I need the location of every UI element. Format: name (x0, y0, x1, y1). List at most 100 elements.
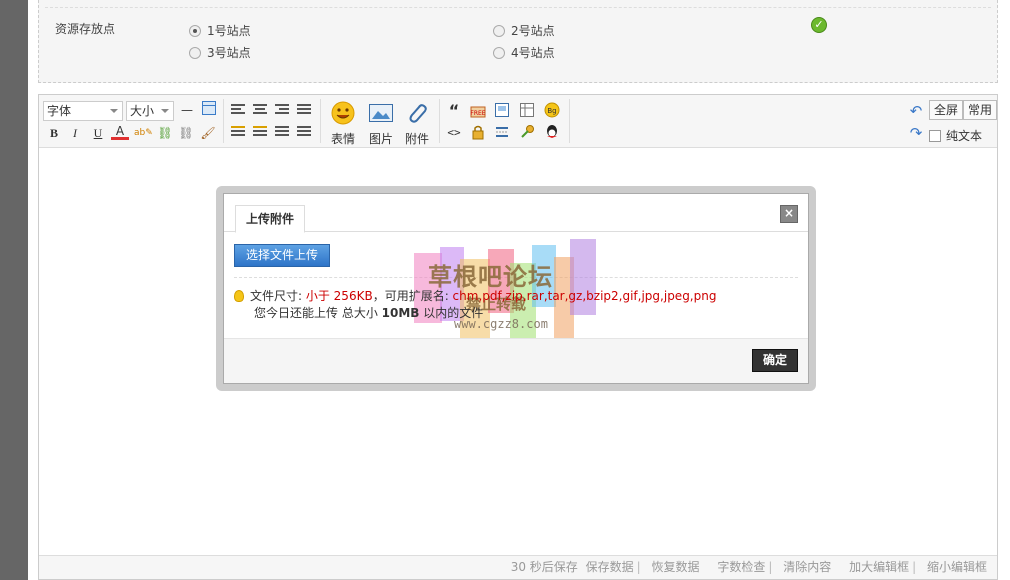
unlink-icon[interactable]: ⛓ (177, 124, 195, 142)
close-icon[interactable]: × (780, 205, 798, 223)
chevron-down-icon (161, 109, 169, 113)
radio-icon (493, 24, 505, 37)
radio-icon (493, 46, 505, 59)
divider: | (768, 560, 773, 574)
plain-text-toggle[interactable]: 纯文本 (929, 127, 982, 144)
shrink-editor-link[interactable]: 缩小编辑框 (927, 560, 987, 574)
site-radio-4[interactable]: 4号站点 (493, 44, 555, 61)
max-size: 小于 256KB (305, 289, 373, 303)
password-key-icon[interactable] (518, 124, 536, 142)
toolbar-separator (223, 99, 224, 143)
emoticon-button[interactable]: 表情 (327, 101, 359, 147)
align-right-icon[interactable] (275, 104, 289, 116)
site-radio-2[interactable]: 2号站点 (493, 22, 555, 39)
link-icon[interactable]: ⛓ (156, 124, 174, 142)
attachment-label: 附件 (404, 132, 429, 146)
site-radio-label: 2号站点 (511, 24, 555, 38)
align-left-icon[interactable] (231, 104, 245, 116)
hide-content-icon[interactable] (493, 102, 511, 120)
font-size-select[interactable]: 大小 (126, 101, 174, 121)
image-icon (369, 104, 393, 122)
underline-button[interactable]: U (89, 124, 107, 142)
ordered-list-icon[interactable] (275, 126, 289, 138)
common-button[interactable]: 常用 (963, 100, 997, 120)
tab-upload-attachment[interactable]: 上传附件 (235, 205, 306, 233)
chevron-down-icon (110, 109, 118, 113)
info-prefix: 文件尺寸: (250, 289, 306, 303)
background-icon[interactable]: Bg (543, 102, 561, 120)
upload-attachment-dialog: 上传附件 × 选择文件上传 草根吧论坛 禁止转载 www.cgzz8.com 文… (216, 186, 816, 391)
word-check-link[interactable]: 字数检查 (717, 560, 765, 574)
allowed-extensions: chm,pdf,zip,rar,tar,gz,bzip2,gif,jpg,jpe… (452, 289, 717, 303)
dialog-tabs: 上传附件 (224, 194, 808, 233)
undo-icon[interactable]: ↶ (907, 102, 925, 120)
quote-button[interactable]: “ (445, 102, 463, 120)
clear-content-link[interactable]: 清除内容 (783, 560, 831, 574)
italic-button[interactable]: I (66, 124, 84, 142)
free-icon[interactable]: FREE (469, 102, 487, 120)
table-icon (202, 101, 216, 115)
resource-site-label: 资源存放点 (55, 22, 116, 36)
dialog-body: 上传附件 × 选择文件上传 草根吧论坛 禁止转载 www.cgzz8.com 文… (223, 193, 809, 384)
editor-statusbar: 30 秒后保存 保存数据 | 恢复数据 字数检查 | 清除内容 加大编辑框 | 缩小编… (39, 555, 997, 579)
quota-size: 10MB (381, 306, 420, 320)
site-radio-1[interactable]: 1号站点 (189, 22, 251, 39)
site-radio-3[interactable]: 3号站点 (189, 44, 251, 61)
align-center-icon[interactable] (253, 104, 267, 116)
format-brush-icon[interactable]: 🖌 (199, 124, 217, 142)
divider (45, 7, 991, 8)
upload-info: 文件尺寸: 小于 256KB，可用扩展名: chm,pdf,zip,rar,ta… (234, 288, 716, 322)
highlight-icon[interactable]: ab✎ (134, 124, 153, 142)
site-radio-label: 4号站点 (511, 46, 555, 60)
daily-quota-line: 您今日还能上传 总大小 10MB 以内的文件 (234, 305, 716, 322)
svg-text:Bg: Bg (547, 107, 556, 115)
autosave-countdown: 30 秒后保存 (510, 560, 578, 574)
confirm-button[interactable]: 确定 (751, 349, 798, 372)
float-right-icon[interactable] (253, 126, 267, 138)
enlarge-editor-link[interactable]: 加大编辑框 (849, 560, 909, 574)
redo-icon[interactable]: ↷ (907, 124, 925, 142)
ext-label: ，可用扩展名: (372, 289, 453, 303)
lightbulb-icon (234, 290, 244, 302)
editor-toolbar: 字体 大小 — B I U A ab✎ ⛓ ⛓ 🖌 表情 图片 附件 “ FRE… (39, 95, 997, 148)
restore-data-link[interactable]: 恢复数据 (652, 560, 700, 574)
table-button[interactable] (200, 101, 218, 119)
image-label: 图片 (368, 132, 393, 146)
bold-button[interactable]: B (45, 124, 63, 142)
radio-selected-icon (189, 24, 201, 37)
site-radio-label: 3号站点 (207, 46, 251, 60)
save-data-link[interactable]: 保存数据 (586, 560, 634, 574)
watermark-title: 草根吧论坛 (428, 263, 553, 291)
select-file-upload-button[interactable]: 选择文件上传 (234, 244, 331, 267)
checkbox-icon (929, 129, 941, 142)
plain-text-label: 纯文本 (946, 129, 983, 143)
toolbar-separator (320, 99, 321, 143)
radio-icon (189, 46, 201, 59)
post-editor-page: 资源存放点 1号站点 2号站点 3号站点 4号站点 ✓ 字体 大小 — B I … (28, 0, 1010, 580)
table-grid-icon[interactable] (518, 102, 536, 120)
smiley-icon (331, 101, 355, 125)
dialog-footer: 确定 (224, 338, 808, 383)
lock-icon[interactable] (469, 124, 487, 142)
unordered-list-icon[interactable] (297, 126, 311, 138)
align-justify-icon[interactable] (297, 104, 311, 116)
code-button[interactable]: <> (445, 124, 463, 142)
paperclip-icon (409, 104, 427, 123)
horizontal-rule-button[interactable]: — (178, 101, 196, 119)
emoticon-label: 表情 (330, 132, 355, 146)
page-break-icon[interactable] (493, 124, 511, 142)
font-family-value: 字体 (47, 104, 72, 118)
font-size-value: 大小 (130, 104, 155, 118)
divider (234, 277, 798, 278)
attachment-button[interactable]: 附件 (401, 101, 433, 147)
font-color-button[interactable]: A (111, 124, 129, 140)
quota-suffix: 以内的文件 (419, 306, 484, 320)
toolbar-separator (439, 99, 440, 143)
float-left-icon[interactable] (231, 126, 245, 138)
font-family-select[interactable]: 字体 (43, 101, 123, 121)
fullscreen-button[interactable]: 全屏 (929, 100, 964, 120)
divider: | (636, 560, 641, 574)
quota-prefix: 您今日还能上传 总大小 (254, 306, 382, 320)
qq-icon[interactable] (543, 124, 561, 142)
image-button[interactable]: 图片 (365, 101, 397, 147)
